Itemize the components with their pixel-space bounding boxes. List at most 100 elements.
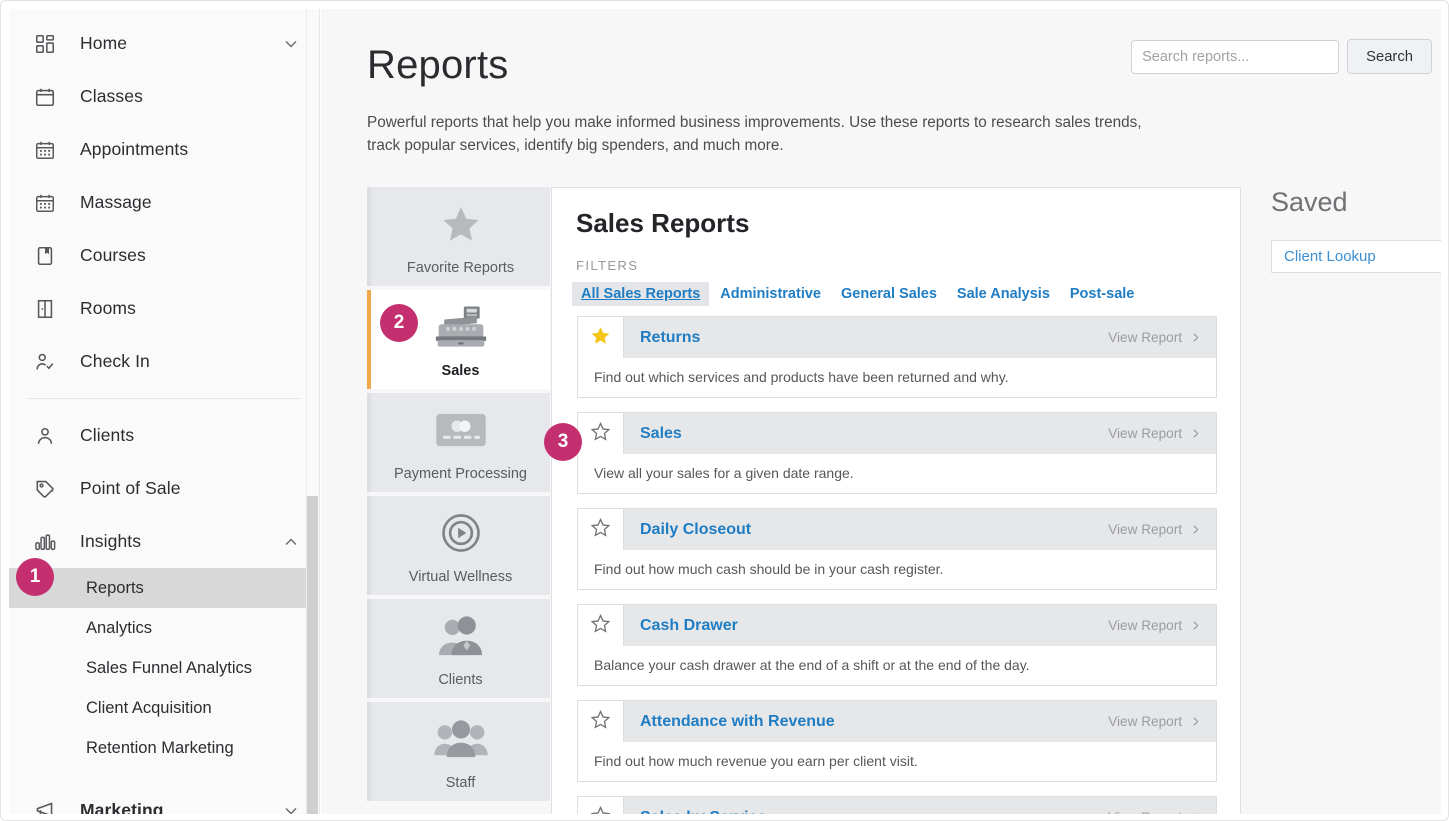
page-title: Reports — [367, 43, 509, 87]
sidebar-subitem-label: Reports — [86, 578, 144, 597]
view-report-link[interactable]: View Report — [1108, 701, 1216, 742]
sidebar-item-appointments[interactable]: Appointments — [9, 123, 319, 176]
category-tile-label: Virtual Wellness — [408, 569, 513, 585]
report-link[interactable]: Cash Drawer — [624, 605, 1108, 646]
report-card-header: Returns View Report — [578, 317, 1216, 358]
sidebar-item-classes[interactable]: Classes — [9, 70, 319, 123]
chevron-up-icon[interactable] — [281, 532, 301, 552]
category-tile-virtual-wellness[interactable]: Virtual Wellness — [367, 496, 550, 595]
sidebar-item-rooms[interactable]: Rooms — [9, 282, 319, 335]
favorite-star-toggle[interactable] — [578, 605, 624, 646]
sidebar-scrollbar-track[interactable] — [306, 9, 319, 814]
category-tile-label: Clients — [438, 672, 483, 688]
sidebar-item-client-acquisition[interactable]: Client Acquisition — [9, 688, 319, 728]
favorite-star-toggle[interactable] — [578, 701, 624, 742]
view-report-label: View Report — [1108, 618, 1182, 633]
filter-tab-sale-analysis[interactable]: Sale Analysis — [948, 282, 1059, 306]
grid-icon — [34, 30, 64, 58]
report-card: Daily Closeout View Report Find out how … — [577, 508, 1217, 590]
sidebar-subitem-label: Retention Marketing — [86, 738, 234, 757]
sidebar-item-label: Rooms — [80, 298, 136, 318]
step-badge-3: 3 — [544, 423, 582, 461]
report-card-header: Sales by Service View Report — [578, 797, 1216, 814]
report-card-header: Sales View Report — [578, 413, 1216, 454]
sidebar-item-analytics[interactable]: Analytics — [9, 608, 319, 648]
sidebar-divider — [27, 398, 301, 399]
category-tile-payment-processing[interactable]: Payment Processing — [367, 393, 550, 492]
sidebar-scrollbar-thumb[interactable] — [307, 496, 318, 814]
sidebar-nav: Home Classes Appointments Massage Course… — [9, 9, 319, 814]
favorite-star-toggle[interactable] — [578, 797, 624, 814]
play-circle-icon — [371, 496, 550, 569]
sidebar-item-courses[interactable]: Courses — [9, 229, 319, 282]
book-icon — [34, 242, 64, 270]
report-link[interactable]: Returns — [624, 317, 1108, 358]
filter-tab-general-sales[interactable]: General Sales — [832, 282, 946, 306]
report-link[interactable]: Sales by Service — [624, 797, 1108, 815]
report-link[interactable]: Attendance with Revenue — [624, 701, 1108, 742]
saved-panel: Saved Client Lookup — [1251, 187, 1441, 273]
step-badge-1: 1 — [16, 558, 54, 596]
favorite-star-toggle[interactable] — [578, 413, 624, 454]
sidebar-item-check-in[interactable]: Check In — [9, 335, 319, 388]
view-report-label: View Report — [1108, 714, 1182, 729]
favorite-star-toggle[interactable] — [578, 509, 624, 550]
report-link[interactable]: Sales — [624, 413, 1108, 454]
report-card: Sales View Report View all your sales fo… — [577, 412, 1217, 494]
filter-tab-all-sales-reports[interactable]: All Sales Reports — [572, 282, 710, 306]
sidebar-item-massage[interactable]: Massage — [9, 176, 319, 229]
sidebar-item-point-of-sale[interactable]: Point of Sale — [9, 462, 319, 515]
sidebar-item-label: Massage — [80, 192, 152, 212]
view-report-link[interactable]: View Report — [1108, 317, 1216, 358]
favorite-star-toggle[interactable] — [578, 317, 624, 358]
report-description: Find out which services and products hav… — [578, 358, 1216, 397]
view-report-link[interactable]: View Report — [1108, 797, 1216, 814]
saved-item-label: Client Lookup — [1284, 248, 1376, 265]
chevron-right-icon — [1189, 715, 1202, 728]
search-button[interactable]: Search — [1347, 39, 1432, 74]
sidebar-subitem-label: Analytics — [86, 618, 153, 637]
view-report-label: View Report — [1108, 330, 1182, 345]
view-report-link[interactable]: View Report — [1108, 605, 1216, 646]
sidebar-item-label: Marketing — [80, 800, 164, 814]
category-tile-favorite-reports[interactable]: Favorite Reports — [367, 187, 550, 286]
sidebar-item-clients[interactable]: Clients — [9, 409, 319, 462]
credit-card-icon — [371, 393, 550, 466]
report-card-header: Daily Closeout View Report — [578, 509, 1216, 550]
report-link[interactable]: Daily Closeout — [624, 509, 1108, 550]
person-check-icon — [34, 348, 64, 376]
sidebar-item-label: Insights — [80, 531, 142, 551]
chevron-down-icon[interactable] — [281, 34, 301, 54]
sidebar-item-label: Clients — [80, 425, 135, 445]
search-area: Search — [1131, 39, 1432, 74]
search-input[interactable] — [1131, 39, 1340, 74]
calendar-grid-icon — [34, 189, 64, 217]
category-tile-staff[interactable]: Staff — [367, 702, 550, 801]
sidebar-item-reports[interactable]: Reports — [9, 568, 319, 608]
view-report-link[interactable]: View Report — [1108, 413, 1216, 454]
report-card: Sales by Service View Report — [577, 796, 1217, 814]
sidebar-item-sales-funnel-analytics[interactable]: Sales Funnel Analytics — [9, 648, 319, 688]
sidebar-item-label: Courses — [80, 245, 146, 265]
saved-item-client-lookup[interactable]: Client Lookup — [1271, 240, 1441, 273]
sidebar-item-retention-marketing[interactable]: Retention Marketing — [9, 728, 319, 768]
person-icon — [34, 422, 64, 450]
three-people-icon — [371, 702, 550, 775]
chevron-down-icon[interactable] — [281, 801, 301, 814]
filter-tab-administrative[interactable]: Administrative — [711, 282, 830, 306]
star-outline-icon — [590, 709, 611, 735]
sidebar-item-insights[interactable]: Insights — [9, 515, 319, 568]
sidebar-item-home[interactable]: Home — [9, 17, 319, 70]
category-tile-clients[interactable]: Clients — [367, 599, 550, 698]
star-outline-icon — [590, 421, 611, 447]
two-people-icon — [371, 599, 550, 672]
chevron-right-icon — [1189, 523, 1202, 536]
megaphone-icon — [34, 797, 64, 814]
view-report-label: View Report — [1108, 522, 1182, 537]
view-report-link[interactable]: View Report — [1108, 509, 1216, 550]
filter-tab-post-sale[interactable]: Post-sale — [1061, 282, 1143, 306]
report-card-header: Attendance with Revenue View Report — [578, 701, 1216, 742]
sidebar-item-marketing[interactable]: Marketing — [9, 784, 319, 814]
star-filled-icon — [590, 325, 611, 351]
tag-icon — [34, 475, 64, 503]
